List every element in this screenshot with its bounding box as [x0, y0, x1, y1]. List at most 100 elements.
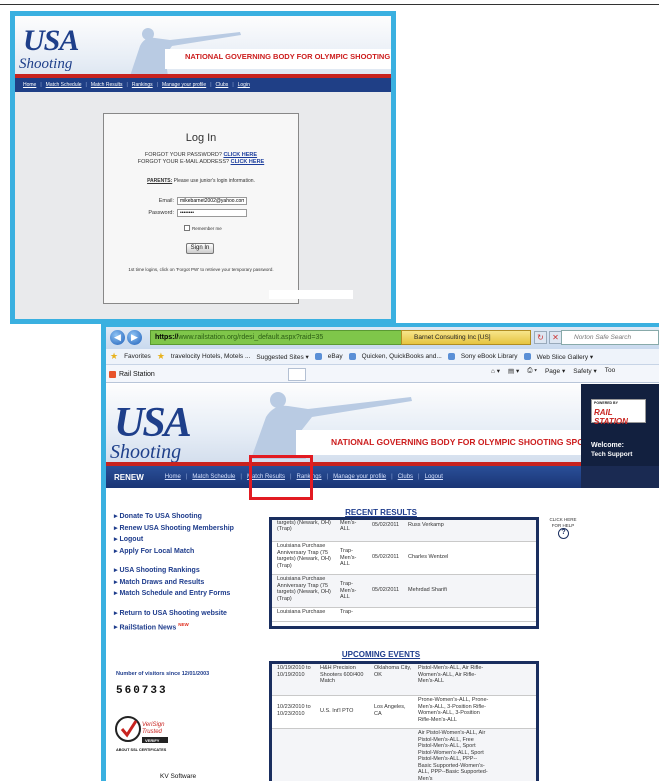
remember-checkbox[interactable] — [184, 225, 190, 231]
nav-clubs[interactable]: Clubs — [398, 474, 413, 480]
forgot-password: FORGOT YOUR PASSWORD? CLICK HERE — [104, 152, 298, 158]
upcoming-events-heading: UPCOMING EVENTS — [341, 650, 421, 659]
add-favorite-icon[interactable]: ★ — [157, 351, 165, 362]
forgot-password-link[interactable]: CLICK HERE — [223, 152, 257, 158]
table-row[interactable]: 10/19/2010 to 10/19/2010 H&H Precision S… — [272, 664, 536, 696]
event-list: Pistol-Men's-ALL, Air Rifle-Women's-ALL,… — [418, 665, 484, 684]
login-box: Log In FORGOT YOUR PASSWORD? CLICK HERE … — [103, 113, 299, 304]
menu-donate[interactable]: Donate To USA Shooting — [114, 511, 234, 523]
result-name: Mehrdad Sharifi — [408, 587, 447, 593]
nav-logout[interactable]: Logout — [425, 474, 443, 480]
nav-login[interactable]: Login — [238, 82, 250, 88]
fav-sony[interactable]: Sony eBook Library — [461, 353, 518, 360]
fav-suggested[interactable]: Suggested Sites ▾ — [256, 353, 308, 361]
verify-text: VERIFY — [145, 738, 160, 743]
nav-match-schedule[interactable]: Match Schedule — [46, 82, 82, 88]
email-row: Email: — [124, 197, 284, 205]
menu-railstation-news[interactable]: RailStation News NEW — [114, 619, 234, 634]
nav-match-results[interactable]: Match Results — [91, 82, 123, 88]
refresh-icon[interactable]: ↻ — [534, 331, 547, 344]
result-event: Trap-Men's-ALL — [340, 519, 357, 532]
help-icon[interactable]: ? — [558, 528, 569, 539]
parents-label: PARENTS: — [147, 178, 173, 184]
verisign-seal-icon[interactable]: VeriSign Trusted VERIFY — [114, 713, 174, 753]
tab-rail-station[interactable]: Rail Station — [109, 368, 289, 381]
menu-rankings[interactable]: USA Shooting Rankings — [114, 565, 234, 577]
table-row[interactable]: Air Pistol-Women's-ALL, Air Pistol-Men's… — [272, 729, 536, 781]
fav-web-slice[interactable]: Web Slice Gallery ▾ — [537, 353, 594, 361]
forward-icon[interactable]: ▶ — [127, 330, 142, 345]
back-icon[interactable]: ◀ — [110, 330, 125, 345]
result-event: Trap-Men's-ALL — [340, 548, 357, 567]
forgot-email-text: FORGOT YOUR E-MAIL ADDRESS? — [137, 159, 230, 165]
result-event: Trap-Men's-ALL — [340, 581, 357, 600]
nav-home[interactable]: Home — [23, 82, 36, 88]
menu-apply-local-match[interactable]: Apply For Local Match — [114, 546, 234, 558]
favorites-button[interactable]: Favorites — [124, 353, 151, 360]
about-ssl-link[interactable]: ABOUT SSL CERTIFICATES — [116, 748, 166, 752]
home-icon[interactable]: ⌂ ▾ — [491, 367, 500, 375]
result-date: 05/02/2011 — [372, 522, 400, 528]
menu-draws-results[interactable]: Match Draws and Results — [114, 577, 234, 589]
result-event: Trap- — [340, 609, 353, 615]
table-row[interactable]: Louisiana Purchase Trap- — [272, 608, 536, 622]
sign-in-button[interactable]: Sign In — [186, 243, 214, 254]
event-match: U.S. Int'l PTO — [320, 708, 354, 714]
browser-window: ◀ ▶ https://www.railstation.org/rdesi_de… — [106, 327, 659, 781]
visitors-label: Number of visitors since 12/01/2003 — [116, 671, 210, 677]
nav-manage-profile[interactable]: Manage your profile — [162, 82, 206, 88]
feeds-icon[interactable]: ▤ ▾ — [508, 367, 519, 375]
table-row[interactable]: Anniversary Trap (75 targets) (Newark, O… — [272, 519, 536, 542]
safety-menu[interactable]: Safety ▾ — [573, 367, 597, 375]
fav-quicken[interactable]: Quicken, QuickBooks and... — [362, 353, 442, 360]
usa-logo[interactable]: USA — [23, 24, 79, 58]
menu-renew-membership[interactable]: Renew USA Shooting Membership — [114, 523, 233, 535]
visitor-counter: 560733 — [116, 685, 168, 697]
nav-manage-profile[interactable]: Manage your profile — [333, 474, 386, 480]
search-input[interactable]: Norton Safe Search — [561, 330, 659, 345]
nav-right-panel — [581, 466, 659, 488]
usa-logo[interactable]: USA — [114, 399, 192, 447]
login-screenshot: USA Shooting NATIONAL GOVERNING BODY FOR… — [10, 11, 396, 324]
first-login-note: 1st time logins, click on 'Forgot PW' to… — [128, 267, 274, 272]
email-field[interactable] — [177, 197, 247, 205]
powered-by-logo[interactable]: POWERED BY RAIL STATION — [591, 399, 646, 426]
url-domain: www.railstation.org — [178, 334, 238, 341]
password-field[interactable] — [177, 209, 247, 217]
recent-results-heading: RECENT RESULTS — [345, 508, 417, 517]
table-row[interactable]: Louisiana Purchase Anniversary Trap (75 … — [272, 542, 536, 575]
fav-travelocity[interactable]: travelocity Hotels, Motels ... — [171, 353, 250, 360]
nav-home[interactable]: Home — [165, 474, 181, 480]
forgot-email-link[interactable]: CLICK HERE — [231, 159, 265, 165]
ebay-icon — [314, 353, 322, 360]
recent-results-table: Anniversary Trap (75 targets) (Newark, O… — [269, 517, 539, 629]
tools-menu[interactable]: Too — [605, 367, 615, 375]
address-bar-row: ◀ ▶ https://www.railstation.org/rdesi_de… — [106, 327, 659, 349]
table-row[interactable]: 10/23/2010 to 10/23/2010 U.S. Int'l PTO … — [272, 696, 536, 729]
event-dates: 10/23/2010 to 10/23/2010 — [277, 704, 311, 717]
nav-rankings[interactable]: Rankings — [132, 82, 153, 88]
table-row[interactable]: Louisiana Purchase Anniversary Trap (75 … — [272, 575, 536, 608]
renew-button[interactable]: RENEW — [114, 473, 144, 482]
print-icon[interactable]: ⎙ ▾ — [527, 367, 537, 375]
user-name: Tech Support — [591, 451, 633, 458]
fav-ebay[interactable]: eBay — [328, 353, 343, 360]
favorites-bar: ★ Favorites ★ travelocity Hotels, Motels… — [106, 349, 659, 365]
result-name: Russ Verkamp — [408, 522, 444, 528]
railstation-text: RAIL STATION — [594, 408, 628, 426]
menu-return-website[interactable]: Return to USA Shooting website — [114, 608, 234, 620]
event-list: Air Pistol-Women's-ALL, Air Pistol-Men's… — [418, 730, 488, 781]
menu-schedule-entry[interactable]: Match Schedule and Entry Forms — [114, 588, 234, 600]
login-title: Log In — [185, 132, 217, 144]
new-tab-button[interactable] — [288, 368, 306, 381]
result-match: Anniversary Trap (75 targets) (Newark, O… — [277, 519, 331, 532]
email-label: Email: — [158, 198, 174, 204]
page-menu[interactable]: Page ▾ — [545, 367, 565, 375]
site-identity[interactable]: Barnet Consulting Inc [US] — [401, 330, 531, 345]
menu-logout[interactable]: Logout — [114, 534, 234, 546]
event-location: Los Angeles, CA — [374, 704, 406, 717]
remember-me[interactable]: Remember me — [184, 225, 222, 231]
nav-match-schedule[interactable]: Match Schedule — [192, 474, 235, 480]
nav-clubs[interactable]: Clubs — [216, 82, 229, 88]
help-text[interactable]: CLICK HERE FOR HELP — [548, 517, 578, 528]
